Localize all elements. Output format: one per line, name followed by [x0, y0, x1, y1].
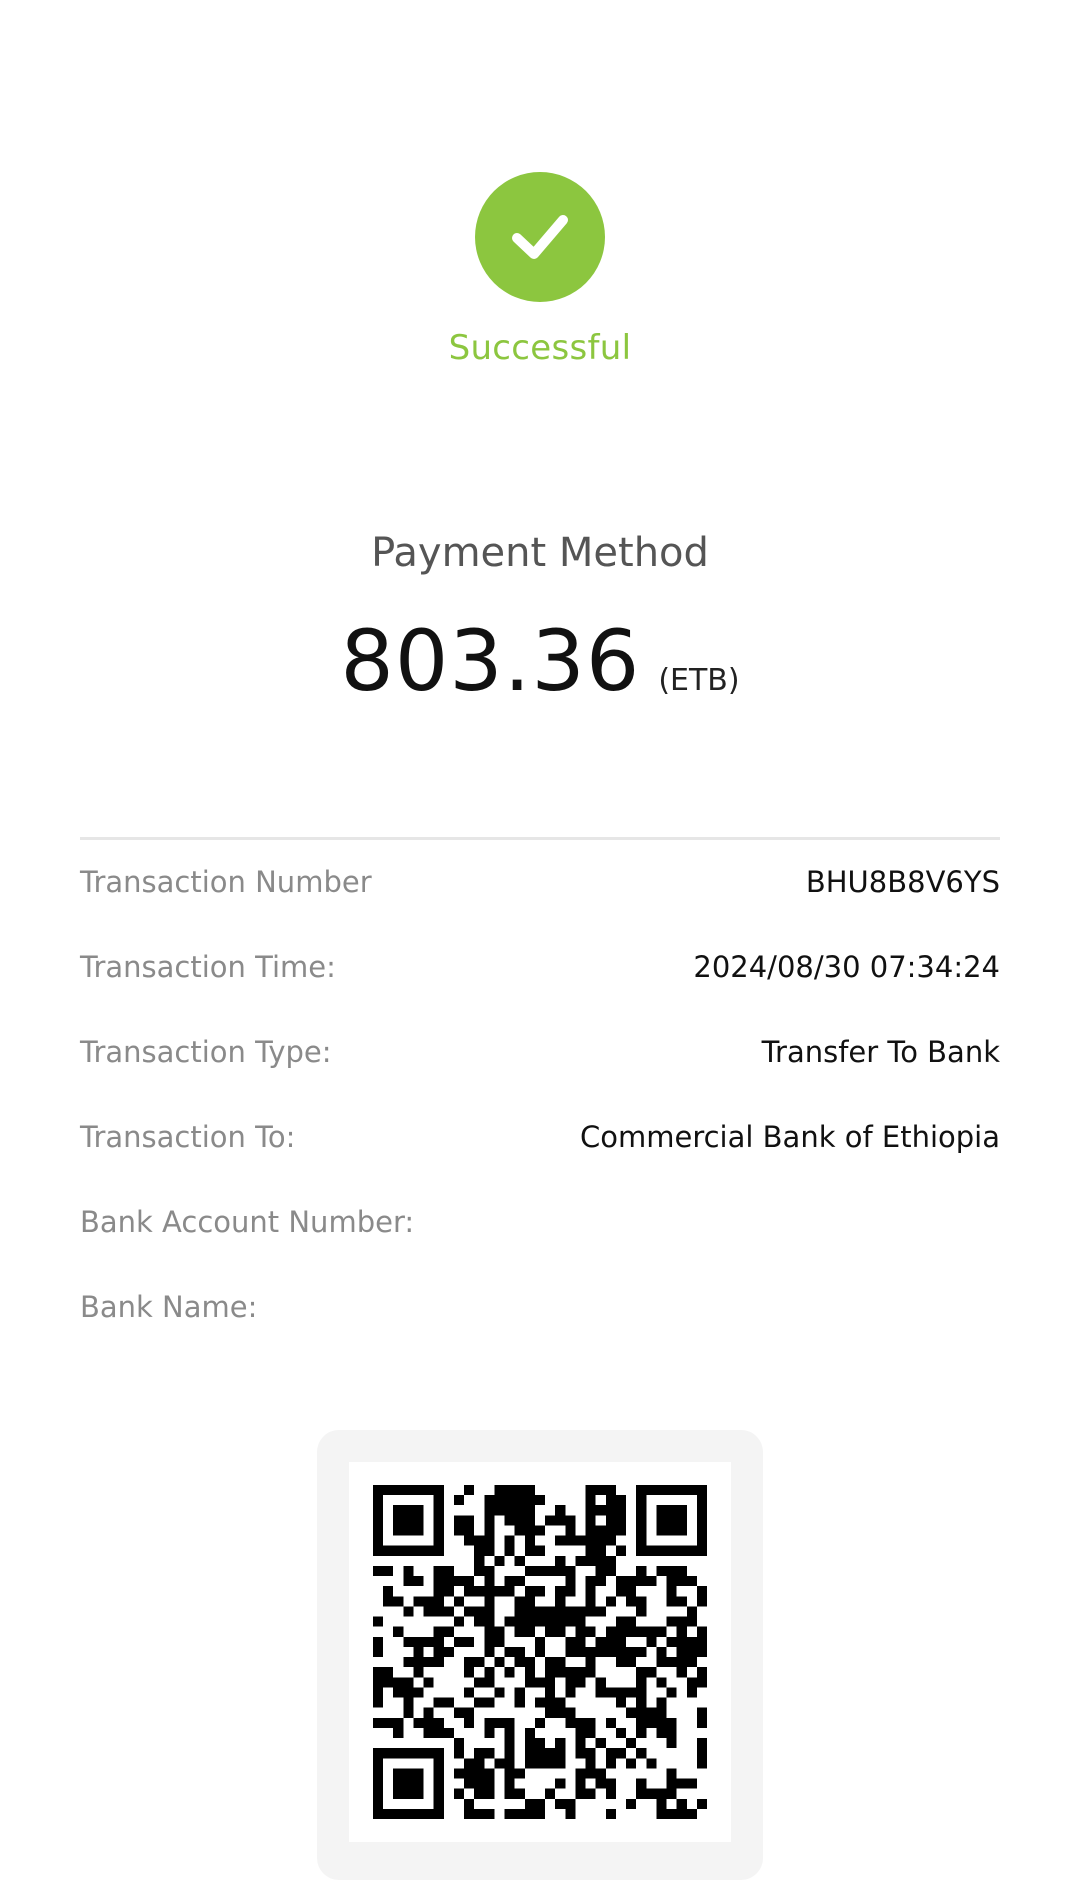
detail-row-bank-name: Bank Name: [80, 1290, 1000, 1375]
detail-value: BHU8B8V6YS [805, 865, 1000, 899]
amount-value: 803.36 [340, 612, 641, 710]
payment-method-label: Payment Method [371, 530, 709, 576]
amount-row: 803.36 (ETB) [0, 612, 1080, 710]
detail-label: Bank Account Number: [80, 1205, 415, 1239]
detail-row-transaction-number: Transaction Number BHU8B8V6YS [80, 865, 1000, 950]
detail-row-transaction-type: Transaction Type: Transfer To Bank [80, 1035, 1000, 1120]
detail-row-transaction-to: Transaction To: Commercial Bank of Ethio… [80, 1120, 1000, 1205]
success-checkmark-icon [475, 172, 605, 302]
detail-label: Transaction Time: [80, 950, 336, 984]
detail-label: Transaction To: [80, 1120, 296, 1154]
qr-code-icon [373, 1485, 707, 1819]
detail-row-bank-account-number: Bank Account Number: [80, 1205, 1000, 1290]
amount-currency: (ETB) [658, 663, 740, 698]
detail-label: Bank Name: [80, 1290, 258, 1324]
transaction-details: Transaction Number BHU8B8V6YS Transactio… [80, 865, 1000, 1375]
qr-card [317, 1430, 763, 1880]
detail-value: Transfer To Bank [761, 1035, 1000, 1069]
detail-row-transaction-time: Transaction Time: 2024/08/30 07:34:24 [80, 950, 1000, 1035]
qr-code-container [349, 1462, 731, 1842]
detail-label: Transaction Type: [80, 1035, 332, 1069]
divider [80, 837, 1000, 840]
detail-value: Commercial Bank of Ethiopia [579, 1120, 1000, 1154]
status-text: Successful [448, 328, 632, 368]
detail-label: Transaction Number [80, 865, 372, 899]
status-section: Successful [0, 172, 1080, 368]
detail-value: 2024/08/30 07:34:24 [693, 950, 1000, 984]
